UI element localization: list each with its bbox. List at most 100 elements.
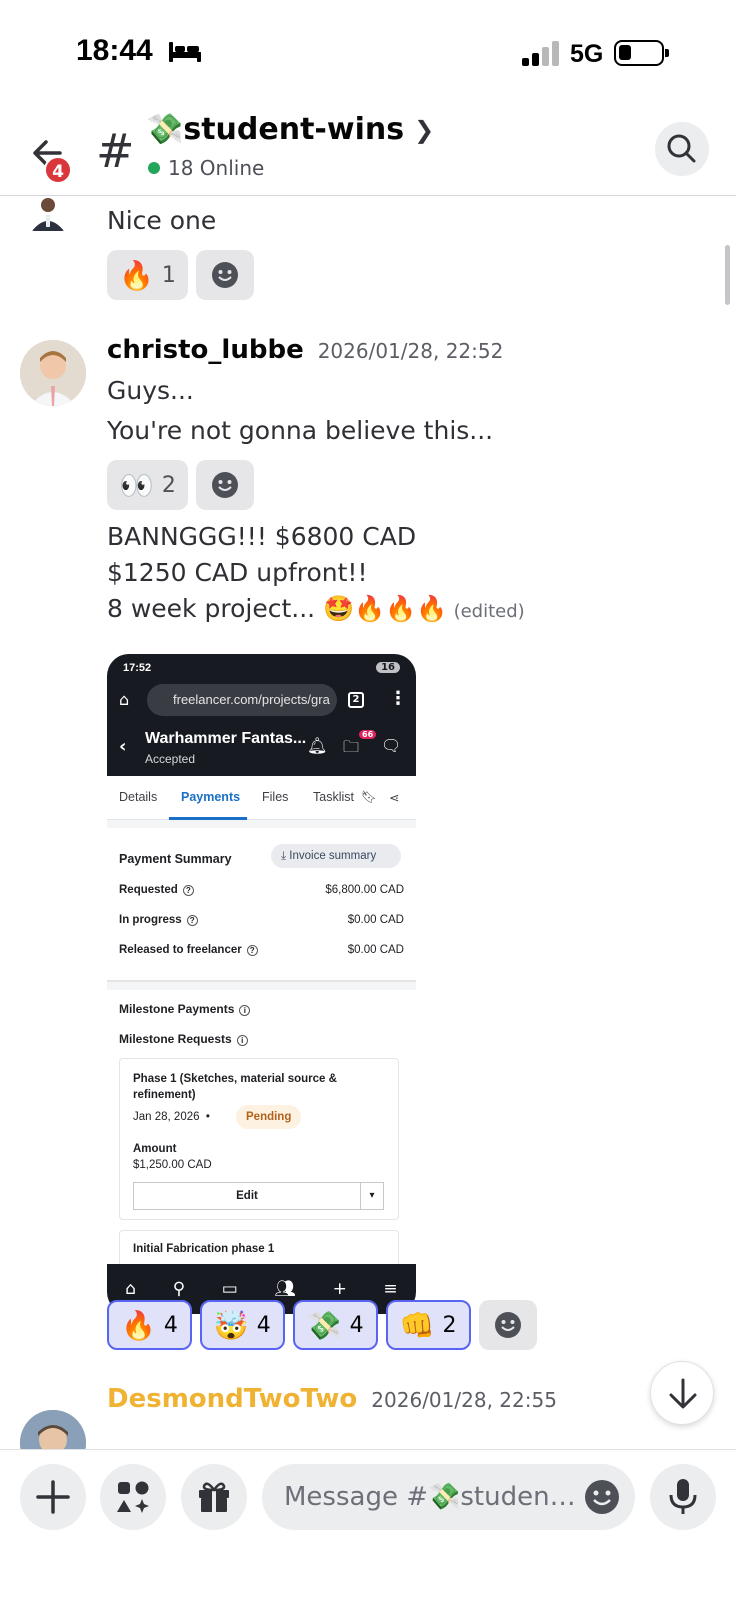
summary-row: Requested? $6,800.00 CAD [119,884,404,896]
message-text: Guys... [107,376,194,405]
milestone-status-badge: Pending [236,1105,302,1129]
payment-summary-title: Payment Summary [119,852,232,866]
gift-icon [199,1482,229,1512]
eyes-emoji: 👀 [119,468,154,502]
timestamp: 2026/01/28, 22:55 [371,1388,557,1412]
reaction-count: 4 [256,1312,271,1338]
reaction-bar: 🔥 4 🤯 4 💸 4 👊 2 [107,1300,537,1350]
reaction-chip[interactable]: 🔥 1 [107,250,188,300]
reaction-chip[interactable]: 🔥 4 [107,1300,192,1350]
share-icon: ⋖ [389,791,400,805]
menu-icon: ≡ [383,1279,398,1299]
message-header: christo_lubbe 2026/01/28, 22:52 [107,335,503,365]
reaction-chip[interactable]: 💸 4 [292,1300,378,1350]
attachment-url: freelancer.com/projects/gra [147,684,337,716]
message-composer: Message #💸student-wins [0,1449,736,1600]
bookmark-icon: 🔖︎ [361,790,377,804]
attachment-tab: Files [262,790,289,804]
message-text: You're not gonna believe this... [107,416,494,445]
people-icon: 👥︎ [274,1279,296,1299]
avatar[interactable] [20,340,86,406]
message-text-line: 8 week project... 🤩🔥🔥🔥 (edited) [107,591,525,630]
home-icon: ⌂ [119,690,130,709]
more-vertical-icon: ⋮ [389,688,407,709]
channel-header: 4 # 💸student-wins ❯ 18 Online [0,108,736,196]
add-reaction-button[interactable] [478,1300,537,1350]
amount-label: Amount [133,1143,177,1155]
emoji-picker-icon[interactable] [584,1479,620,1515]
milestone-name: Initial Fabrication phase 1 [133,1243,275,1255]
milestone-payments-title: Milestone Payments i [119,1002,251,1016]
reaction-bar: 🔥 1 [107,250,254,300]
exploding-head-emoji: 🤯 [213,1308,249,1342]
cellular-signal-icon [522,40,560,66]
chevron-right-icon: ❯ [414,115,435,144]
search-icon: ⚲ [172,1279,186,1299]
image-attachment[interactable]: 17:52 16 ⌂ freelancer.com/projects/gra 2… [107,654,416,1314]
attachment-tab-count: 2 [348,692,364,708]
fist-bump-emoji: 👊 [399,1308,435,1342]
reaction-chip[interactable]: 👊 2 [385,1300,471,1350]
chevron-down-icon: ▾ [360,1182,384,1210]
money-wings-emoji: 💸 [306,1308,342,1342]
chevron-left-icon: ‹ [119,736,127,757]
author-name[interactable]: DesmondTwoTwo [107,1384,357,1414]
channel-title[interactable]: 💸student-wins ❯ [146,112,434,147]
jump-to-present-button[interactable] [650,1361,714,1425]
attachment-tab-active: Payments [181,790,241,804]
milestone-card: Phase 1 (Sketches, material source & ref… [119,1058,399,1220]
message-list[interactable]: Nice one 🔥 1 christo_lubbe 2026/01/28, 2… [0,197,736,1449]
status-time: 18:44 [76,34,153,67]
channel-name: 💸student-wins [146,112,405,147]
home-icon: ⌂ [125,1279,137,1299]
reaction-count: 1 [161,262,176,288]
bell-icon: 🔔︎ [307,736,328,755]
timestamp: 2026/01/28, 22:52 [317,339,504,363]
message-input[interactable]: Message #💸student-wins [262,1464,635,1530]
attachment-notif-badge: 66 [359,730,377,739]
reaction-chip[interactable]: 👀 2 [107,460,188,510]
briefcase-icon: ▭ [221,1279,238,1299]
avatar[interactable] [20,1410,86,1449]
attachment-tab: Tasklist [313,790,354,804]
reaction-count: 4 [349,1312,364,1338]
add-emoji-icon [211,262,238,288]
message-text: Nice one [107,206,217,235]
folder-icon: 🗀 [343,737,360,756]
message-placeholder: Message #💸student-wins [284,1482,584,1512]
invoice-summary-button: ⤓ Invoice summary [271,844,401,868]
add-emoji-icon [494,1312,521,1338]
scrollbar-thumb[interactable] [725,245,730,305]
online-status: 18 Online [148,156,264,180]
milestone-name: Phase 1 (Sketches, material source & ref… [133,1073,337,1101]
edited-label: (edited) [453,601,525,622]
message-header: DesmondTwoTwo 2026/01/28, 22:55 [107,1384,557,1414]
apps-icon [117,1481,149,1513]
apps-button[interactable] [100,1464,166,1530]
attachment-status-battery: 16 [376,662,400,673]
author-name[interactable]: christo_lubbe [107,335,304,365]
payment-summary-card: Payment Summary ⤓ Invoice summary Reques… [107,828,416,982]
reaction-count: 4 [163,1312,178,1338]
plus-icon [36,1480,70,1514]
message-text: BANNGGG!!! $6800 CAD [107,522,417,551]
gift-button[interactable] [181,1464,247,1530]
add-reaction-button[interactable] [195,460,254,510]
voice-message-button[interactable] [650,1464,716,1530]
attachment-status-time: 17:52 [123,662,152,674]
reaction-chip[interactable]: 🤯 4 [199,1300,285,1350]
plus-icon: + [332,1279,347,1299]
attachment-project-title: Warhammer Fantas... [145,730,307,747]
unread-badge: 4 [44,156,72,184]
message-text: 8 week project... 🤩🔥🔥🔥 [107,594,448,623]
online-dot-icon [148,162,160,174]
online-count: 18 Online [168,156,265,180]
search-button[interactable] [655,122,709,176]
sleep-focus-icon [169,42,201,62]
reaction-bar: 👀 2 [107,460,254,510]
attachment-content: Payment Summary ⤓ Invoice summary Reques… [107,820,416,1270]
attach-button[interactable] [20,1464,86,1530]
avatar[interactable] [30,197,66,231]
milestone-date: Jan 28, 2026 • [133,1111,210,1123]
add-reaction-button[interactable] [195,250,254,300]
